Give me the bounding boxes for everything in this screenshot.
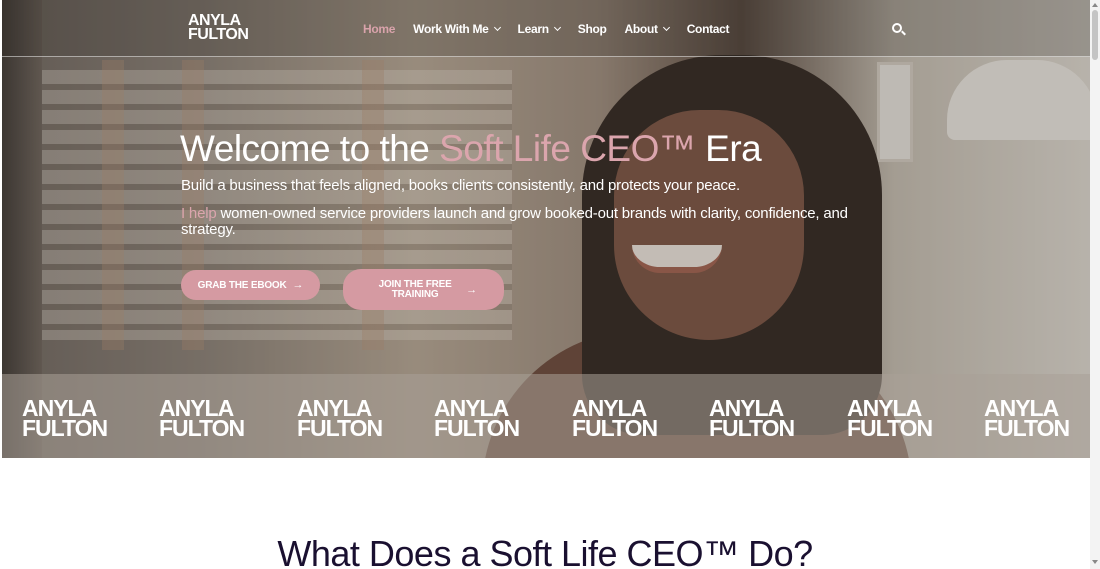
strip-logo-line-2: FULTON	[434, 415, 520, 441]
logo-strip: ANYLA FULTON ANYLA FULTON ANYLA FULTON ANYL…	[2, 374, 1090, 458]
nav-item-shop[interactable]: Shop	[578, 22, 607, 36]
site-logo[interactable]: ANYLA FULTON	[188, 13, 249, 43]
arrow-right-icon: →	[466, 283, 477, 296]
arrow-right-icon: →	[292, 279, 304, 291]
main-menu: Home Work With Me Learn Shop About Conta…	[363, 22, 747, 36]
nav-label: Home	[363, 22, 396, 36]
nav-item-home[interactable]: Home	[363, 22, 395, 36]
headline-prefix: Welcome to the	[180, 128, 440, 169]
intro-text: women-owned service providers launch and…	[181, 205, 848, 238]
nav-label: Learn	[517, 22, 549, 36]
vertical-scrollbar[interactable]	[1090, 0, 1100, 569]
chevron-down-icon	[493, 23, 501, 32]
strip-logo-line-2: FULTON	[709, 415, 795, 441]
strip-logo: ANYLA FULTON	[434, 397, 520, 441]
strip-logo: ANYLA FULTON	[847, 397, 933, 441]
nav-item-learn[interactable]: Learn	[517, 22, 561, 36]
top-navigation: ANYLA FULTON Home Work With Me Learn Sho…	[2, 0, 1090, 57]
page: ANYLA FULTON Home Work With Me Learn Sho…	[0, 0, 1100, 569]
strip-logo-line-2: FULTON	[984, 415, 1070, 441]
button-label: GRAB THE EBOOK	[197, 279, 287, 291]
headline-suffix: Era	[695, 128, 762, 169]
nav-item-about[interactable]: About	[624, 22, 670, 36]
strip-logo: ANYLA FULTON	[984, 397, 1070, 441]
strip-logo: ANYLA FULTON	[159, 397, 245, 441]
nav-item-contact[interactable]: Contact	[687, 22, 730, 36]
hero-headline: Welcome to the Soft Life CEO™ Era	[180, 128, 762, 170]
scroll-down-icon[interactable]	[1092, 560, 1098, 564]
headline-accent: Soft Life CEO™	[439, 128, 696, 169]
scroll-up-icon[interactable]	[1092, 3, 1098, 7]
strip-logo-line-2: FULTON	[572, 415, 658, 441]
strip-logo-line-2: FULTON	[297, 415, 383, 441]
chevron-down-icon	[662, 23, 670, 32]
strip-logo: ANYLA FULTON	[709, 397, 795, 441]
scrollbar-thumb[interactable]	[1092, 10, 1098, 60]
strip-logo: ANYLA FULTON	[297, 397, 383, 441]
grab-ebook-button[interactable]: GRAB THE EBOOK →	[181, 270, 320, 300]
nav-label: Contact	[686, 22, 730, 36]
strip-logo-line-2: FULTON	[847, 415, 933, 441]
hero-subheading: Build a business that feels aligned, boo…	[181, 177, 740, 194]
strip-logo: ANYLA FULTON	[22, 397, 108, 441]
search-icon[interactable]	[892, 23, 902, 33]
hero-intro: I help women-owned service providers lau…	[181, 206, 851, 238]
strip-logo-line-2: FULTON	[22, 415, 108, 441]
nav-label: Shop	[577, 22, 607, 36]
strip-logo: ANYLA FULTON	[572, 397, 658, 441]
nav-label: About	[624, 22, 658, 36]
section-title: What Does a Soft Life CEO™ Do?	[277, 533, 813, 569]
join-training-button[interactable]: JOIN THE FREE TRAINING →	[343, 269, 504, 310]
nav-item-work-with-me[interactable]: Work With Me	[413, 22, 501, 36]
intro-accent: I help	[181, 205, 217, 222]
button-label: JOIN THE FREE TRAINING	[378, 278, 452, 300]
nav-label: Work With Me	[413, 22, 489, 36]
chevron-down-icon	[553, 23, 561, 32]
logo-line-2: FULTON	[188, 26, 249, 43]
strip-logo-line-2: FULTON	[159, 415, 245, 441]
